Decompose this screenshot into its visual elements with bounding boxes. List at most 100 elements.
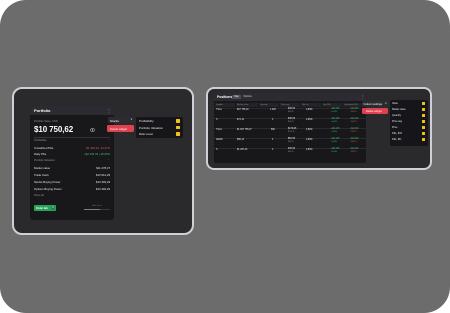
checkbox-checked-icon[interactable] xyxy=(422,138,425,141)
positions-widget-header: Positions Own Options ⋮ xyxy=(214,93,366,101)
column-settings-dropdown[interactable]: Column settings ▾ xyxy=(362,101,388,107)
cell-net-liq: 2,89% xyxy=(306,129,313,131)
kebab-icon[interactable]: ⋮ xyxy=(107,108,111,113)
show-all-link[interactable]: Show all xyxy=(34,194,44,197)
cell-quantity: 1 000 xyxy=(270,109,276,111)
tab-options[interactable]: Options xyxy=(242,95,253,99)
cell-day-pl-sub: +4,43% xyxy=(331,111,338,113)
eye-icon[interactable] xyxy=(90,128,95,132)
column-header-net-liq[interactable]: Net Liq xyxy=(301,103,321,107)
column-option-value: Value xyxy=(392,102,398,105)
cell-unrealized-pl-sub: -13,47% xyxy=(350,111,357,113)
kebab-icon[interactable]: ⋮ xyxy=(361,95,364,99)
column-header-market-value[interactable]: Market value xyxy=(236,103,258,107)
cell-quantity: 2 xyxy=(272,119,274,121)
column-settings-label: Column settings xyxy=(363,102,383,106)
cell-day-pl: +$2 445 xyxy=(331,118,340,120)
positions-widget: Positions Own Options ⋮ Symbol Market va… xyxy=(214,93,366,163)
cell-symbol[interactable]: S xyxy=(216,149,218,151)
cell-market-value: $1 297,20 xyxy=(237,149,248,151)
delete-widget-label: Delete widget xyxy=(366,109,382,113)
stocks-buying-power-label: Stocks Buying Power xyxy=(34,180,61,184)
column-option-price: Price xyxy=(392,126,398,129)
column-settings-panel: Value Market value Quantity Price avg Pr… xyxy=(390,100,428,146)
portfolio-settings-panel: Profitability Portfolio Valuation Risk L… xyxy=(136,117,183,138)
column-header-symbol[interactable]: Symbol xyxy=(215,103,235,107)
cell-unrealized-pl-sub: -13,47% xyxy=(350,131,357,133)
cell-price-avg: $52,58 xyxy=(288,138,296,140)
column-header-quantity[interactable]: Quantity xyxy=(259,103,279,107)
cell-price-avg-sub: $44,16 xyxy=(288,151,294,153)
delete-widget-button[interactable]: Delete widget xyxy=(362,108,388,114)
cell-symbol[interactable]: S xyxy=(216,119,218,121)
valuation-section-header[interactable]: Portfolio Valuation xyxy=(34,159,55,162)
chevron-down-icon: ▾ xyxy=(130,118,132,122)
cell-market-value: $67 755,20 xyxy=(237,109,249,111)
setting-risk-level: Risk Level xyxy=(139,132,153,136)
checkbox-checked-icon[interactable] xyxy=(422,126,425,129)
column-option-pl-dollar: P&L, $% xyxy=(392,138,402,141)
order-tab-button[interactable]: Order tab × xyxy=(34,205,56,211)
cell-unrealized-pl-sub: -13,47% xyxy=(350,151,357,153)
checkbox-checked-icon[interactable] xyxy=(176,125,180,130)
column-option-price-avg: Price avg xyxy=(392,120,402,123)
checkbox-checked-icon[interactable] xyxy=(176,132,180,136)
daily-pl-value: +$2 446.33 +18.66% xyxy=(84,152,110,156)
cell-price-avg-sub: $44,16 xyxy=(288,141,294,143)
column-option-pl-percent: P&L, $/% xyxy=(392,132,402,135)
cell-day-pl-sub: +4,43% xyxy=(331,141,338,143)
cell-unrealized-pl: +$1 020 xyxy=(350,148,359,150)
cell-day-pl-sub: +4,43% xyxy=(331,121,338,123)
cell-unrealized-pl-sub: -13,47% xyxy=(350,121,357,123)
cell-unrealized-pl: +$1 020 xyxy=(350,118,359,120)
chevron-up-icon[interactable]: ⌃ xyxy=(108,139,110,142)
cell-symbol[interactable]: AMZN xyxy=(216,139,223,141)
unrealized-pl-value: -$1 440.94 -13.47% xyxy=(85,146,110,150)
tab-own[interactable]: Own xyxy=(232,95,241,99)
cell-day-pl: +$2 445 xyxy=(331,148,340,150)
cell-market-value: $85,14 xyxy=(237,139,245,141)
checkbox-checked-icon[interactable] xyxy=(422,108,425,111)
cell-market-value: $73,14 xyxy=(237,119,245,121)
stocks-dropdown-label: Stocks xyxy=(110,118,120,123)
delete-widget-label: Delete widget xyxy=(110,127,127,131)
cell-symbol[interactable]: TSLA xyxy=(216,129,222,131)
net-value: $10 750,62 xyxy=(34,125,74,134)
stocks-buying-power-value: $10 393,29 xyxy=(96,180,110,184)
divider xyxy=(34,137,110,138)
checkbox-checked-icon[interactable] xyxy=(422,120,425,123)
cell-market-value: $1 007 755,07 xyxy=(237,129,252,131)
cell-symbol[interactable]: TSLA xyxy=(216,109,222,111)
profitability-section-header[interactable]: Profitability xyxy=(34,139,47,142)
delete-widget-button[interactable]: Delete widget xyxy=(107,125,134,132)
market-value-value: $11 278,07 xyxy=(96,166,110,170)
chevron-up-icon[interactable]: ⌃ xyxy=(108,159,110,162)
stocks-dropdown[interactable]: Stocks ▾ xyxy=(108,117,134,123)
column-header-day-pl[interactable]: Day P&L xyxy=(322,103,342,107)
risk-level-slider[interactable] xyxy=(84,209,110,211)
risk-level-fill xyxy=(84,209,100,211)
cell-unrealized-pl: +$1 020 xyxy=(350,128,359,130)
presentation-card: Portfolio ⋮ Portfolio Value, USD $10 750… xyxy=(0,0,450,313)
checkbox-checked-icon[interactable] xyxy=(422,114,425,117)
cell-price-avg: $45,05 xyxy=(288,108,296,110)
cell-quantity: 4 xyxy=(272,139,274,141)
chevron-down-icon: ▾ xyxy=(385,102,387,106)
cell-price-avg-sub: $44,16 xyxy=(288,111,294,113)
positions-title: Positions xyxy=(217,95,233,99)
checkbox-checked-icon[interactable] xyxy=(422,132,425,135)
cell-day-pl-sub: +4,43% xyxy=(331,131,338,133)
column-header-price-avg[interactable]: Price avg xyxy=(280,103,300,107)
checkbox-checked-icon[interactable] xyxy=(176,119,180,123)
cell-price-avg-sub: $44,16 xyxy=(288,121,294,123)
cell-net-liq: 2,89% xyxy=(306,139,313,141)
cell-unrealized-pl: +$1 020 xyxy=(350,138,359,140)
cell-net-liq: 2,89% xyxy=(306,109,313,111)
cell-net-liq: 2,89% xyxy=(306,149,313,151)
portfolio-widget: Portfolio ⋮ Portfolio Value, USD $10 750… xyxy=(30,106,114,220)
cell-price-avg: $45,05 xyxy=(288,148,296,150)
checkbox-checked-icon[interactable] xyxy=(422,102,425,105)
close-icon[interactable]: × xyxy=(51,206,55,210)
cell-unrealized-pl-sub: -13,47% xyxy=(350,141,357,143)
market-value-label: Market value xyxy=(34,166,51,170)
